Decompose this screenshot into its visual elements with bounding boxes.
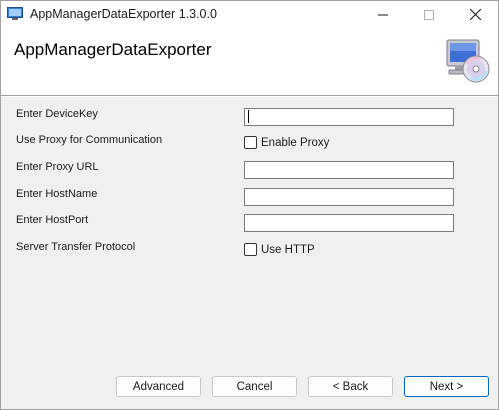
proxy-url-input[interactable]	[244, 161, 454, 179]
back-button[interactable]: < Back	[308, 376, 393, 397]
use-proxy-label: Use Proxy for Communication	[16, 134, 163, 146]
next-button[interactable]: Next >	[404, 376, 489, 397]
enable-proxy-label[interactable]: Enable Proxy	[261, 137, 329, 149]
proxy-url-label: Enter Proxy URL	[16, 161, 99, 173]
title-bar[interactable]: AppManagerDataExporter 1.3.0.0	[1, 1, 498, 28]
use-http-label[interactable]: Use HTTP	[261, 244, 315, 256]
maximize-icon	[424, 9, 434, 20]
host-name-label: Enter HostName	[16, 188, 98, 200]
header-banner: AppManagerDataExporter	[1, 28, 498, 95]
protocol-label: Server Transfer Protocol	[16, 241, 136, 253]
header-divider	[1, 95, 498, 97]
text-caret	[248, 110, 249, 123]
device-key-input[interactable]	[244, 108, 454, 126]
host-port-label: Enter HostPort	[16, 214, 89, 226]
minimize-icon	[378, 14, 388, 15]
computer-cd-icon	[441, 38, 491, 84]
enable-proxy-checkbox[interactable]	[244, 136, 257, 149]
cancel-button[interactable]: Cancel	[212, 376, 297, 397]
use-http-checkbox[interactable]	[244, 243, 257, 256]
device-key-label: Enter DeviceKey	[16, 108, 98, 120]
use-http-checkbox-row[interactable]: Use HTTP	[244, 243, 315, 256]
maximize-button[interactable]	[406, 1, 452, 28]
window-title: AppManagerDataExporter 1.3.0.0	[30, 7, 217, 21]
close-button[interactable]	[452, 1, 498, 28]
minimize-button[interactable]	[360, 1, 406, 28]
app-icon	[7, 7, 23, 21]
banner-title: AppManagerDataExporter	[14, 40, 212, 59]
host-port-input[interactable]	[244, 214, 454, 232]
host-name-input[interactable]	[244, 188, 454, 206]
enable-proxy-checkbox-row[interactable]: Enable Proxy	[244, 136, 329, 149]
close-icon	[469, 9, 481, 20]
installer-window: AppManagerDataExporter 1.3.0.0 AppManage…	[0, 0, 499, 410]
advanced-button[interactable]: Advanced	[116, 376, 201, 397]
